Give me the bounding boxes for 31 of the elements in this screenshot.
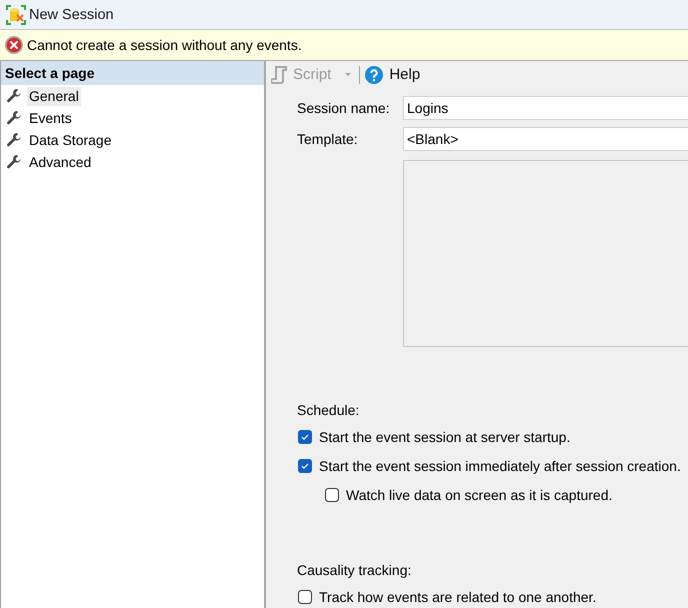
wrench-icon bbox=[6, 132, 22, 148]
checkbox-label[interactable]: Track how events are related to one another. bbox=[319, 589, 596, 605]
section-heading: Schedule: bbox=[297, 402, 360, 418]
scroll-icon bbox=[271, 66, 287, 84]
wrench-icon bbox=[6, 110, 22, 126]
app-icon bbox=[6, 4, 26, 24]
wrench-icon bbox=[6, 88, 22, 104]
checkbox[interactable] bbox=[298, 430, 312, 444]
checkbox[interactable] bbox=[325, 488, 339, 502]
sidebar-item[interactable]: Advanced bbox=[27, 152, 94, 172]
sidebar-item[interactable]: Events bbox=[27, 108, 74, 128]
field-label: Template: bbox=[297, 131, 359, 147]
section-heading: Causality tracking: bbox=[297, 562, 412, 578]
checkbox[interactable] bbox=[298, 590, 312, 604]
checkbox-label[interactable]: Start the event session at server startup. bbox=[319, 429, 570, 445]
field-label: Session name: bbox=[297, 100, 391, 116]
checkbox-label[interactable]: Watch live data on screen as it is captured. bbox=[346, 487, 612, 503]
caret-icon bbox=[345, 73, 352, 76]
wrench-icon bbox=[6, 154, 22, 170]
sidebar-item[interactable]: Data Storage bbox=[27, 130, 114, 150]
window-title: New Session bbox=[29, 6, 114, 22]
help-button[interactable]: Help bbox=[363, 64, 422, 86]
text-field[interactable]: <Blank> bbox=[403, 127, 688, 151]
sidebar-item[interactable]: General bbox=[27, 86, 81, 106]
checkbox[interactable] bbox=[298, 459, 312, 473]
error-icon bbox=[5, 36, 23, 54]
error-message: Cannot create a session without any events. bbox=[27, 37, 302, 53]
text-field[interactable]: Logins bbox=[403, 96, 688, 120]
help-icon bbox=[365, 66, 384, 84]
checkbox-label[interactable]: Start the event session immediately after session creation. bbox=[319, 458, 681, 474]
sidebar-header: Select a page bbox=[1, 61, 264, 85]
